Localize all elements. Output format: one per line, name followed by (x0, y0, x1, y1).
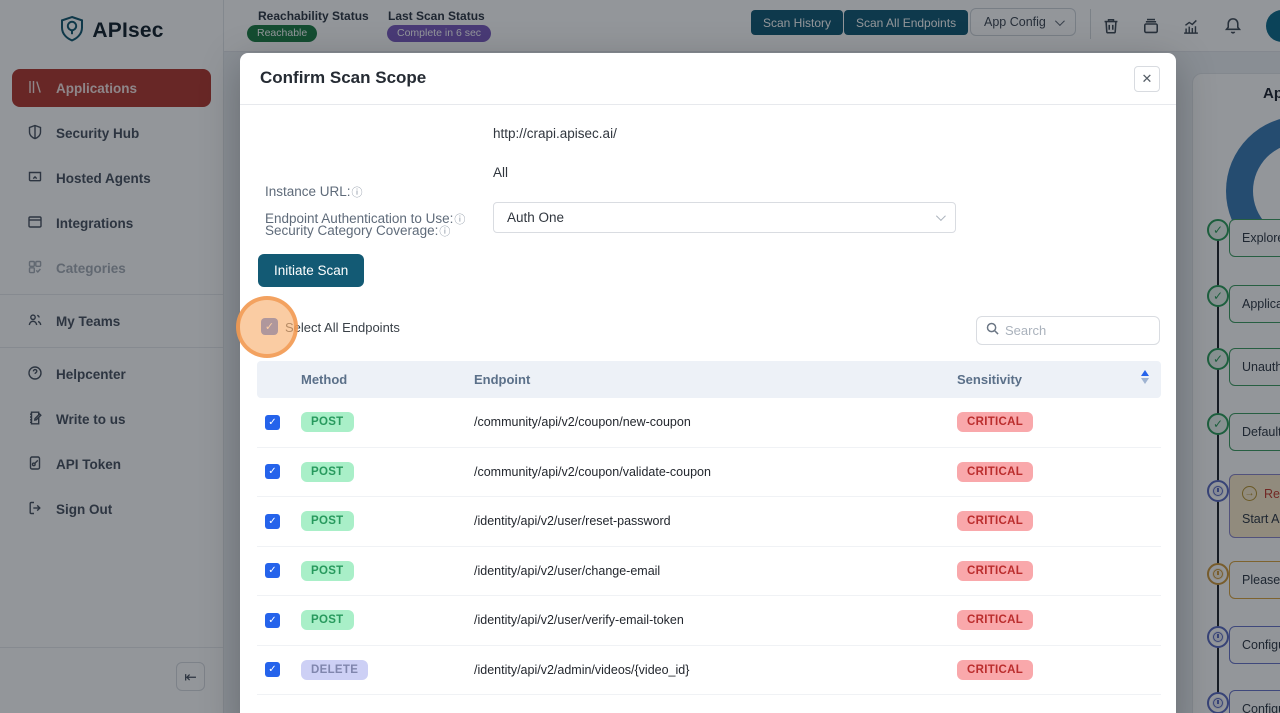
sensitivity-badge: CRITICAL (957, 462, 1033, 482)
endpoint-path: /identity/api/v2/user/change-email (474, 564, 957, 578)
endpoint-path: /community/api/v2/coupon/validate-coupon (474, 465, 957, 479)
select-all-checkbox[interactable]: ✓ (261, 318, 278, 335)
sort-icon[interactable] (1141, 370, 1149, 384)
table-header-row: Method Endpoint Sensitivity (257, 361, 1161, 398)
auth-select-value: Auth One (507, 210, 564, 225)
table-row: ✓ POST /community/api/v2/coupon/new-coup… (257, 398, 1161, 448)
table-row: ✓ DELETE /identity/api/v2/admin/videos/{… (257, 646, 1161, 696)
endpoints-table: Method Endpoint Sensitivity ✓ POST /comm… (257, 361, 1161, 695)
coverage-value: All (493, 165, 508, 180)
info-icon[interactable]: ⓘ (454, 214, 465, 226)
auth-select[interactable]: Auth One (493, 202, 956, 233)
close-icon: ✕ (1142, 71, 1153, 87)
row-checkbox[interactable]: ✓ (265, 662, 280, 677)
info-icon[interactable]: ⓘ (439, 226, 450, 238)
instance-url-label: Instance URL:ⓘ (265, 184, 363, 200)
method-badge: POST (301, 561, 354, 581)
row-checkbox[interactable]: ✓ (265, 514, 280, 529)
sensitivity-badge: CRITICAL (957, 511, 1033, 531)
column-header-sensitivity[interactable]: Sensitivity (957, 372, 1161, 387)
modal-header: Confirm Scan Scope ✕ (240, 53, 1176, 105)
sensitivity-badge: CRITICAL (957, 561, 1033, 581)
method-badge: POST (301, 511, 354, 531)
row-checkbox[interactable]: ✓ (265, 613, 280, 628)
close-button[interactable]: ✕ (1134, 66, 1160, 92)
sensitivity-badge: CRITICAL (957, 610, 1033, 630)
endpoint-path: /identity/api/v2/user/reset-password (474, 514, 957, 528)
info-icon[interactable]: ⓘ (352, 187, 363, 199)
chevron-down-icon (936, 211, 946, 221)
column-header-method[interactable]: Method (301, 372, 474, 387)
endpoint-path: /identity/api/v2/user/verify-email-token (474, 613, 957, 627)
confirm-scan-scope-modal: Confirm Scan Scope ✕ Instance URL:ⓘ http… (240, 53, 1176, 713)
modal-title: Confirm Scan Scope (260, 68, 426, 88)
search-icon (986, 322, 999, 340)
sensitivity-badge: CRITICAL (957, 660, 1033, 680)
table-row: ✓ POST /identity/api/v2/user/verify-emai… (257, 596, 1161, 646)
method-badge: POST (301, 610, 354, 630)
table-row: ✓ POST /identity/api/v2/user/reset-passw… (257, 497, 1161, 547)
auth-label: Endpoint Authentication to Use:ⓘ (265, 211, 465, 227)
endpoint-path: /identity/api/v2/admin/videos/{video_id} (474, 663, 957, 677)
select-all-label: Select All Endpoints (285, 320, 400, 335)
column-header-endpoint[interactable]: Endpoint (474, 372, 957, 387)
row-checkbox[interactable]: ✓ (265, 464, 280, 479)
table-row: ✓ POST /identity/api/v2/user/change-emai… (257, 547, 1161, 597)
search-box (976, 316, 1160, 345)
search-input[interactable] (1005, 323, 1150, 338)
table-row: ✓ POST /community/api/v2/coupon/validate… (257, 448, 1161, 498)
row-checkbox[interactable]: ✓ (265, 563, 280, 578)
initiate-scan-button[interactable]: Initiate Scan (258, 254, 364, 287)
row-checkbox[interactable]: ✓ (265, 415, 280, 430)
method-badge: POST (301, 412, 354, 432)
method-badge: POST (301, 462, 354, 482)
instance-url-value: http://crapi.apisec.ai/ (493, 126, 617, 141)
method-badge: DELETE (301, 660, 368, 680)
check-icon: ✓ (265, 320, 274, 333)
endpoint-path: /community/api/v2/coupon/new-coupon (474, 415, 957, 429)
sensitivity-badge: CRITICAL (957, 412, 1033, 432)
